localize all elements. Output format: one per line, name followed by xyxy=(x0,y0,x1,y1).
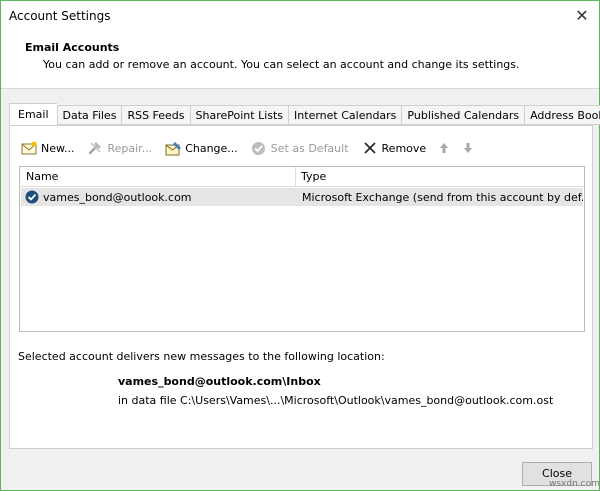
change-button[interactable]: Change... xyxy=(164,139,238,157)
account-type: Microsoft Exchange (send from this accou… xyxy=(302,190,583,204)
tab-published-calendars[interactable]: Published Calendars xyxy=(401,105,525,125)
set-as-default-button[interactable]: Set as Default xyxy=(250,139,349,157)
new-account-button[interactable]: New... xyxy=(20,139,74,157)
remove-button[interactable]: Remove xyxy=(361,139,427,157)
account-row[interactable]: vames_bond@outlook.com Microsoft Exchang… xyxy=(21,188,583,206)
tab-sharepoint-lists[interactable]: SharePoint Lists xyxy=(189,105,289,125)
remove-label: Remove xyxy=(381,141,427,155)
change-account-icon xyxy=(164,139,182,157)
default-account-check-icon xyxy=(25,190,39,204)
set-as-default-label: Set as Default xyxy=(270,141,349,155)
delivery-location: vames_bond@outlook.com\Inbox xyxy=(118,375,321,388)
account-list-header: Name Type xyxy=(20,167,584,187)
remove-x-icon xyxy=(361,139,379,157)
move-down-arrow-icon[interactable] xyxy=(462,141,474,155)
delivery-label: Selected account delivers new messages t… xyxy=(18,350,385,363)
account-toolbar: New... Repair... Change... Set as Defaul… xyxy=(20,138,486,158)
header-subtitle: You can add or remove an account. You ca… xyxy=(43,58,520,71)
column-header-name[interactable]: Name xyxy=(20,167,296,186)
tab-strip: Email Data Files RSS Feeds SharePoint Li… xyxy=(9,103,600,125)
check-circle-icon xyxy=(250,139,268,157)
new-label: New... xyxy=(41,141,75,155)
move-up-arrow-icon[interactable] xyxy=(438,141,450,155)
new-mail-icon xyxy=(20,139,38,157)
tab-data-files[interactable]: Data Files xyxy=(56,105,122,125)
account-settings-window: Account Settings ✕ Email Accounts You ca… xyxy=(0,0,600,491)
title-bar: Account Settings ✕ xyxy=(1,1,599,31)
account-list[interactable]: Name Type vames_bond@outlook.com Microso… xyxy=(19,166,585,332)
repair-label: Repair... xyxy=(107,141,153,155)
delivery-data-file: in data file C:\Users\Vames\...\Microsof… xyxy=(118,394,554,407)
tab-rss-feeds[interactable]: RSS Feeds xyxy=(121,105,190,125)
account-name-cell: vames_bond@outlook.com xyxy=(21,190,296,204)
window-title: Account Settings xyxy=(9,9,111,23)
column-header-type[interactable]: Type xyxy=(296,167,584,186)
header-title: Email Accounts xyxy=(25,41,120,54)
tab-internet-calendars[interactable]: Internet Calendars xyxy=(288,105,402,125)
repair-button[interactable]: Repair... xyxy=(86,139,152,157)
watermark: wsxdn.com xyxy=(549,479,600,489)
close-icon[interactable]: ✕ xyxy=(571,5,593,27)
account-name: vames_bond@outlook.com xyxy=(43,190,192,204)
email-tab-panel: New... Repair... Change... Set as Defaul… xyxy=(9,125,593,449)
tab-email[interactable]: Email xyxy=(9,103,57,125)
header-band: Email Accounts You can add or remove an … xyxy=(1,31,599,89)
change-label: Change... xyxy=(185,141,238,155)
tab-address-books[interactable]: Address Books xyxy=(524,105,600,125)
repair-tools-icon xyxy=(86,139,104,157)
